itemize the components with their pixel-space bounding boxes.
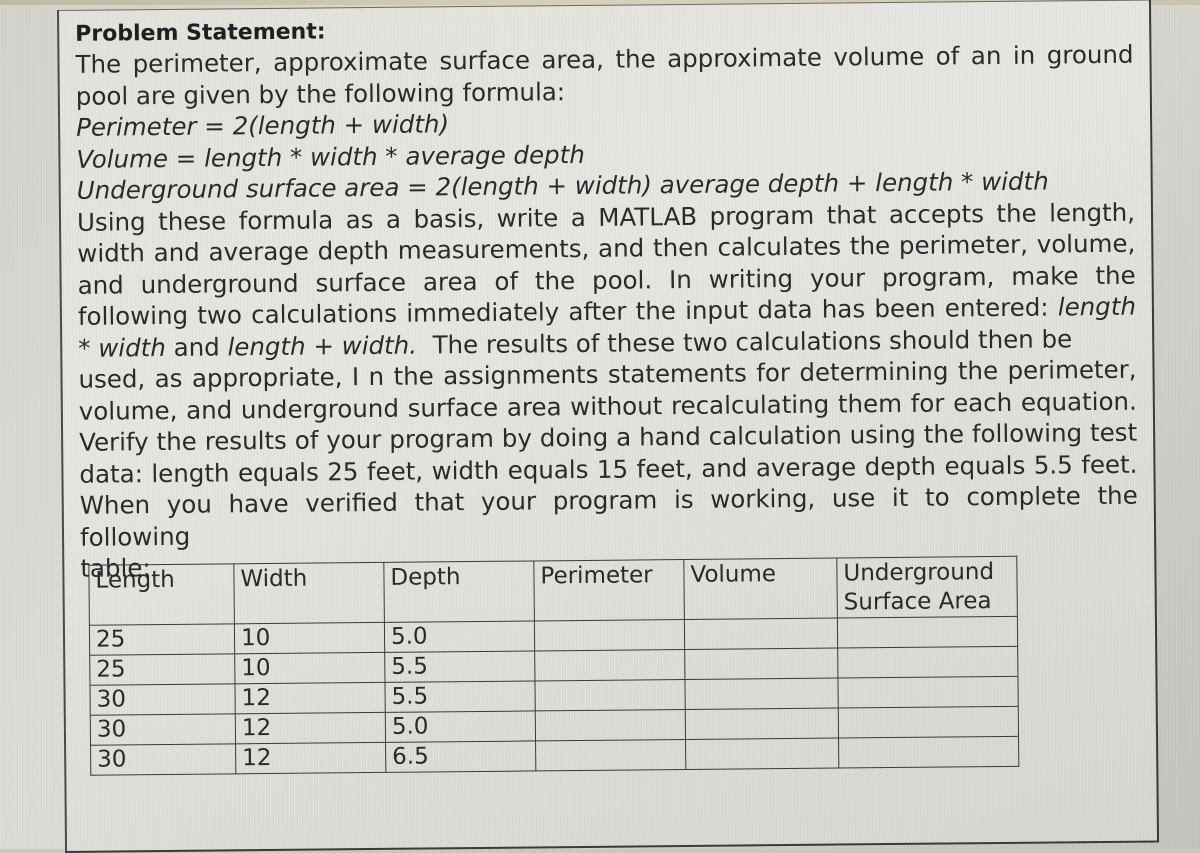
paragraph-line-5-length-plus-width: length + width. [227,330,418,361]
cell-depth: 5.0 [385,710,536,743]
header-depth: Depth [383,560,535,623]
cell-underground-surface-area [837,676,1019,709]
paragraph-line-5-text: The results of these two calculations sh… [432,323,1073,359]
cell-width: 12 [235,742,386,774]
cell-depth: 5.5 [384,650,535,683]
table-header-row: Length Width Depth Perimeter Volume Unde… [88,556,1018,626]
cell-underground-surface-area [837,616,1018,649]
cell-underground-surface-area [838,706,1019,739]
cell-width: 12 [234,682,386,714]
paragraph-line-4-length: length [1057,291,1137,322]
cell-depth: 5.0 [384,620,535,653]
cell-perimeter [534,679,686,711]
cell-width: 10 [234,652,385,684]
cell-length: 25 [89,623,235,656]
cell-depth: 5.5 [384,680,536,713]
cell-underground-surface-area [838,736,1019,769]
cell-width: 10 [234,622,385,654]
document-content: Problem Statement: The perimeter, approx… [75,11,1138,585]
paragraph-line-10: When you have verified that your program… [79,480,1138,552]
cell-perimeter [535,739,686,771]
header-underground-surface-area: Underground Surface Area [836,556,1018,619]
header-volume: Volume [683,558,838,620]
cell-underground-surface-area [837,646,1018,679]
pool-data-table: Length Width Depth Perimeter Volume Unde… [88,556,1019,776]
header-perimeter: Perimeter [533,559,685,621]
paragraph-line-5-width: * width [78,332,166,363]
problem-document: Problem Statement: The perimeter, approx… [57,0,1160,853]
cell-width: 12 [235,712,386,744]
paragraph-line-5-and: and [173,331,220,362]
cell-length: 25 [89,653,235,686]
cell-volume [684,618,838,650]
cell-perimeter [535,709,686,741]
cell-perimeter [534,649,685,681]
cell-length: 30 [89,683,236,716]
header-width: Width [233,562,385,624]
cell-volume [684,648,838,680]
header-length: Length [88,563,235,626]
cell-length: 30 [90,743,236,776]
cell-length: 30 [90,713,236,746]
cell-depth: 6.5 [385,740,536,773]
cell-volume [685,738,839,770]
cell-volume [685,708,839,740]
cell-volume [684,678,839,710]
cell-perimeter [534,619,685,651]
